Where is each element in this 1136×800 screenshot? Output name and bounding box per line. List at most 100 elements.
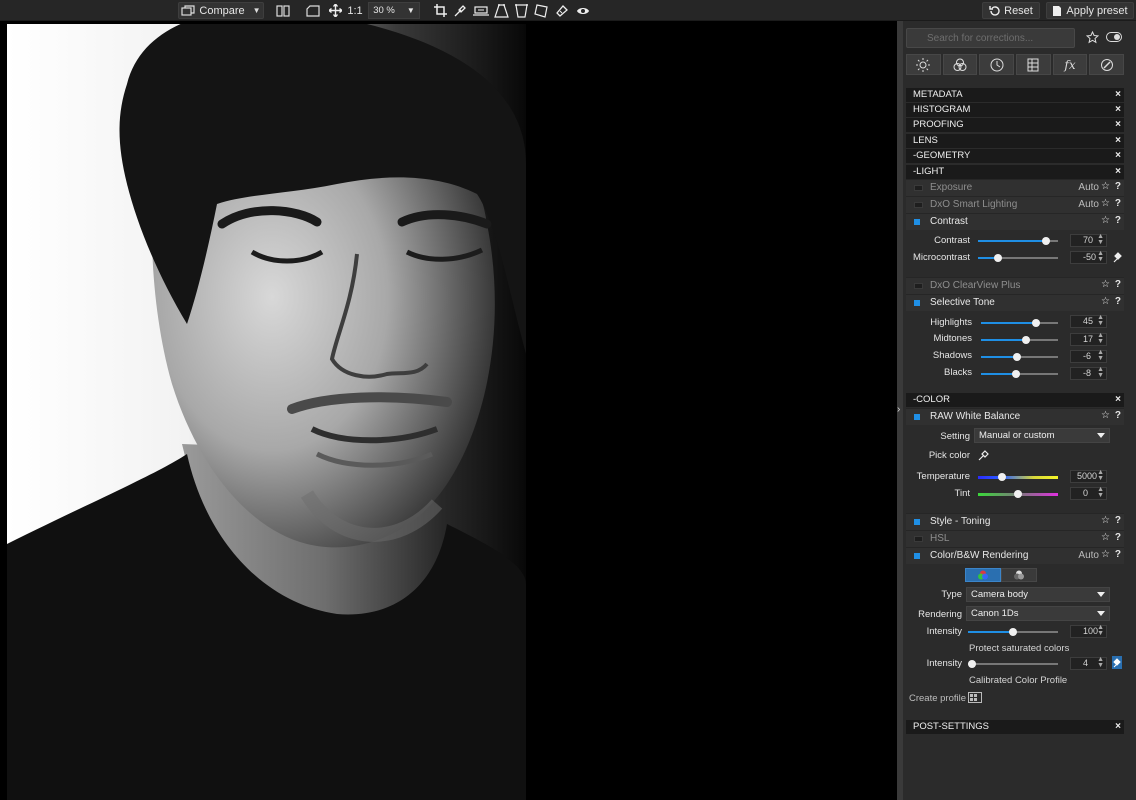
microcontrast-knob[interactable] (994, 254, 1002, 262)
horizon-button[interactable] (472, 2, 490, 19)
help-icon[interactable]: ? (1115, 532, 1121, 543)
clearview-row[interactable]: DxO ClearView Plus ☆ ? (906, 277, 1124, 294)
tab-local[interactable] (1089, 54, 1125, 75)
intensity-value[interactable]: 100 ▲ ▼ (1070, 624, 1107, 638)
highlights-knob[interactable] (1032, 319, 1040, 327)
clearview-toggle[interactable] (914, 283, 923, 289)
contrast-toggle[interactable] (914, 219, 920, 225)
split-view-button[interactable] (274, 2, 292, 19)
help-icon[interactable]: ? (1115, 181, 1121, 192)
section-light[interactable]: -LIGHT × (906, 165, 1124, 179)
tint-value[interactable]: 0 ▲ ▼ (1070, 486, 1107, 500)
color-mode-button[interactable] (965, 568, 1001, 582)
spinner-icon[interactable]: ▲ ▼ (1097, 250, 1104, 263)
preview-button[interactable] (574, 2, 592, 19)
bw-mode-button[interactable] (1001, 568, 1037, 582)
section-geometry[interactable]: -GEOMETRY × (906, 149, 1124, 163)
compare-button[interactable]: Compare ▼ (178, 2, 264, 19)
close-icon[interactable]: × (1115, 103, 1121, 117)
rendering-auto[interactable]: Auto (1078, 550, 1099, 561)
spinner-icon[interactable]: ▲ ▼ (1097, 624, 1104, 637)
tint-knob[interactable] (1014, 490, 1022, 498)
volume-deformation-button[interactable] (512, 2, 530, 19)
contrast-value[interactable]: 70 ▲ ▼ (1070, 233, 1107, 247)
style-toning-toggle[interactable] (914, 519, 920, 525)
spinner-icon[interactable]: ▲ ▼ (1097, 332, 1104, 345)
rendering-dropdown[interactable]: Canon 1Ds (966, 606, 1110, 621)
compare-dropdown-icon[interactable]: ▼ (253, 6, 261, 15)
apply-preset-button[interactable]: Apply preset (1046, 2, 1134, 19)
white-balance-row[interactable]: RAW White Balance ☆ ? (906, 408, 1124, 425)
spinner-icon[interactable]: ▲ ▼ (1097, 486, 1104, 499)
midtones-value[interactable]: 17 ▲ ▼ (1070, 332, 1107, 346)
image-viewer[interactable] (0, 21, 897, 800)
section-lens[interactable]: LENS × (906, 134, 1124, 148)
search-box[interactable] (906, 28, 1075, 48)
help-icon[interactable]: ? (1115, 215, 1121, 226)
spinner-icon[interactable]: ▲ ▼ (1097, 469, 1104, 482)
rendering-row[interactable]: Color/B&W Rendering Auto ☆ ? (906, 547, 1124, 564)
protect-colors-eyedropper-button[interactable] (1112, 656, 1122, 669)
toggle-switch-icon[interactable] (1106, 32, 1122, 45)
help-icon[interactable]: ? (1115, 296, 1121, 307)
star-icon[interactable]: ☆ (1101, 410, 1110, 421)
close-icon[interactable]: × (1115, 88, 1121, 102)
white-balance-toggle[interactable] (914, 414, 920, 420)
smart-lighting-toggle[interactable] (914, 202, 923, 208)
zoom-select[interactable]: 30 % ▼ (368, 2, 420, 19)
crop-button[interactable] (432, 2, 448, 19)
reset-button[interactable]: Reset (982, 2, 1040, 19)
intensity2-track[interactable] (968, 663, 1058, 665)
help-icon[interactable]: ? (1115, 549, 1121, 560)
midtones-knob[interactable] (1022, 336, 1030, 344)
intensity-knob[interactable] (1009, 628, 1017, 636)
section-color[interactable]: -COLOR × (906, 393, 1124, 407)
exposure-row[interactable]: Exposure Auto ☆ ? (906, 179, 1124, 196)
contrast-row[interactable]: Contrast ☆ ? (906, 213, 1124, 230)
shadows-knob[interactable] (1013, 353, 1021, 361)
close-icon[interactable]: × (1115, 149, 1121, 163)
perspective-button[interactable] (492, 2, 510, 19)
hsl-toggle[interactable] (914, 536, 923, 542)
help-icon[interactable]: ? (1115, 515, 1121, 526)
setting-dropdown[interactable]: Manual or custom (974, 428, 1110, 443)
blacks-value[interactable]: -8 ▲ ▼ (1070, 366, 1107, 380)
fit-button[interactable] (304, 2, 322, 19)
type-dropdown[interactable]: Camera body (966, 587, 1110, 602)
favorites-star-icon[interactable] (1085, 30, 1100, 47)
close-icon[interactable]: × (1115, 393, 1121, 407)
rendering-toggle[interactable] (914, 553, 920, 559)
tab-detail[interactable] (979, 54, 1015, 75)
ratio-button[interactable]: 1:1 (346, 2, 364, 19)
star-icon[interactable]: ☆ (1101, 515, 1110, 526)
tab-effects[interactable]: fx (1052, 54, 1088, 75)
temperature-track[interactable] (978, 476, 1058, 479)
close-icon[interactable]: × (1115, 134, 1121, 148)
eyedropper-icon[interactable] (978, 449, 990, 461)
section-metadata[interactable]: METADATA × (906, 88, 1124, 102)
help-icon[interactable]: ? (1115, 198, 1121, 209)
eyedropper-button[interactable] (452, 2, 468, 19)
section-proofing[interactable]: PROOFING × (906, 118, 1124, 132)
repair-button[interactable] (554, 2, 570, 19)
help-icon[interactable]: ? (1115, 410, 1121, 421)
chevron-right-icon[interactable]: › (897, 404, 900, 415)
intensity2-value[interactable]: 4 ▲ ▼ (1070, 656, 1107, 670)
hsl-row[interactable]: HSL ☆ ? (906, 530, 1124, 547)
spinner-icon[interactable]: ▲ ▼ (1097, 656, 1104, 669)
local-adjust-button[interactable] (532, 2, 550, 19)
star-icon[interactable]: ☆ (1101, 198, 1110, 209)
tab-light[interactable] (906, 54, 941, 75)
exposure-auto[interactable]: Auto (1078, 182, 1099, 193)
star-icon[interactable]: ☆ (1101, 549, 1110, 560)
contrast-knob[interactable] (1042, 237, 1050, 245)
temperature-knob[interactable] (998, 473, 1006, 481)
search-input[interactable] (907, 29, 1074, 47)
star-icon[interactable]: ☆ (1101, 296, 1110, 307)
help-icon[interactable]: ? (1115, 279, 1121, 290)
section-post-settings[interactable]: POST-SETTINGS × (906, 720, 1124, 734)
blacks-knob[interactable] (1012, 370, 1020, 378)
smart-lighting-auto[interactable]: Auto (1078, 199, 1099, 210)
star-icon[interactable]: ☆ (1101, 279, 1110, 290)
microcontrast-value[interactable]: -50 ▲ ▼ (1070, 250, 1107, 264)
